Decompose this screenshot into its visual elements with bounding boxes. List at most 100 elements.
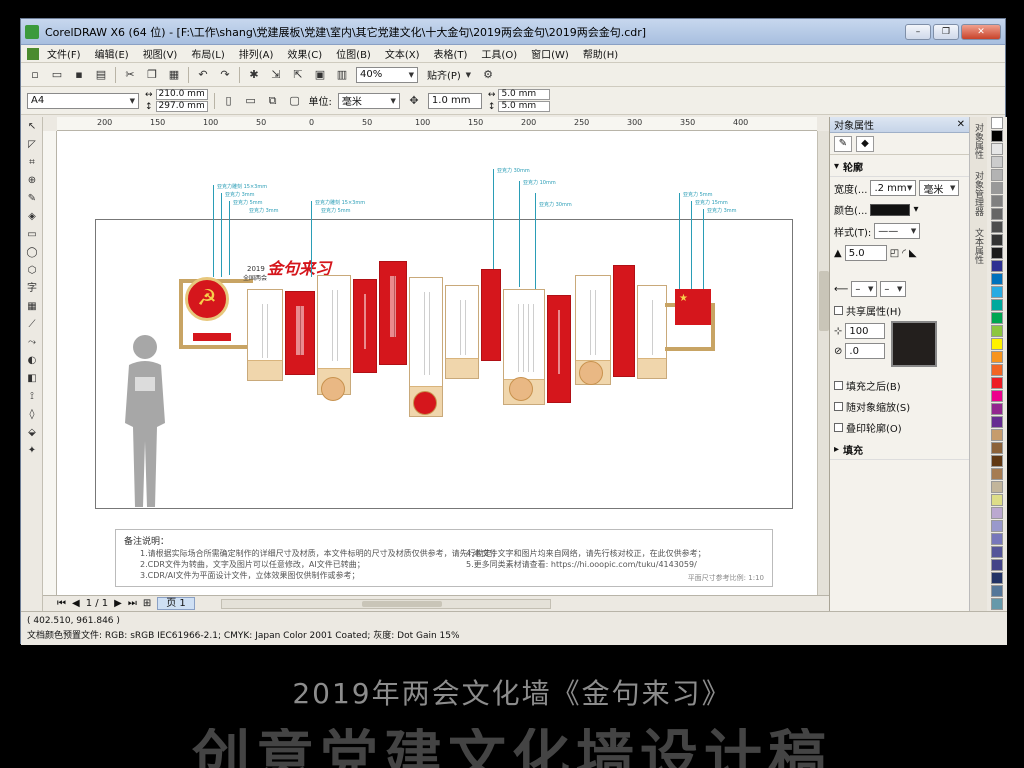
palette-swatch[interactable] bbox=[991, 130, 1003, 142]
export-icon[interactable]: ⇱ bbox=[290, 67, 306, 83]
palette-swatch[interactable] bbox=[991, 195, 1003, 207]
menu-view[interactable]: 视图(V) bbox=[143, 46, 178, 61]
palette-swatch[interactable] bbox=[991, 390, 1003, 402]
menu-arrange[interactable]: 排列(A) bbox=[239, 46, 274, 61]
scroll-thumb[interactable] bbox=[819, 271, 829, 331]
corner-icon[interactable]: ◰ bbox=[890, 248, 899, 259]
portrait-icon[interactable]: ▯ bbox=[221, 93, 237, 109]
palette-swatch[interactable] bbox=[991, 416, 1003, 428]
redo-icon[interactable]: ↷ bbox=[217, 67, 233, 83]
palette-swatch[interactable] bbox=[991, 377, 1003, 389]
palette-swatch[interactable] bbox=[991, 442, 1003, 454]
prev-page-icon[interactable]: ◀ bbox=[72, 598, 80, 609]
vtab-object-manager[interactable]: 对象管理器 bbox=[970, 165, 987, 222]
outline-unit-select[interactable]: 毫米 ▼ bbox=[919, 180, 960, 196]
palette-swatch[interactable] bbox=[991, 325, 1003, 337]
palette-swatch[interactable] bbox=[991, 559, 1003, 571]
transparency-tool-icon[interactable]: ◧ bbox=[23, 371, 41, 387]
ellipse-tool-icon[interactable]: ◯ bbox=[23, 245, 41, 261]
menu-tools[interactable]: 工具(O) bbox=[481, 46, 517, 61]
search-content-icon[interactable]: ✱ bbox=[246, 67, 262, 83]
drawing-canvas[interactable]: ☭ 2019 全国两会 金句来习 ★ 亚克力雕刻 15×3mm 亚克力 3mm … bbox=[57, 131, 817, 595]
scale-checkbox[interactable] bbox=[834, 402, 843, 411]
palette-swatch[interactable] bbox=[991, 221, 1003, 233]
page-tab[interactable]: 页 1 bbox=[157, 597, 195, 610]
overprint-checkbox[interactable] bbox=[834, 423, 843, 432]
pick-tool-icon[interactable]: ↖ bbox=[23, 119, 41, 135]
rectangle-tool-icon[interactable]: ▭ bbox=[23, 227, 41, 243]
vtab-text-properties[interactable]: 文本属性 bbox=[970, 222, 987, 270]
palette-swatch[interactable] bbox=[991, 468, 1003, 480]
chevron-down-icon[interactable]: ▾ bbox=[913, 204, 918, 215]
menu-effects[interactable]: 效果(C) bbox=[287, 46, 322, 61]
import-icon[interactable]: ⇲ bbox=[268, 67, 284, 83]
palette-swatch[interactable] bbox=[991, 117, 1003, 129]
palette-swatch[interactable] bbox=[991, 156, 1003, 168]
palette-swatch[interactable] bbox=[991, 208, 1003, 220]
palette-swatch[interactable] bbox=[991, 572, 1003, 584]
palette-swatch[interactable] bbox=[991, 273, 1003, 285]
table-tool-icon[interactable]: ▦ bbox=[23, 299, 41, 315]
fill-tool-icon[interactable]: ⬙ bbox=[23, 425, 41, 441]
palette-swatch[interactable] bbox=[991, 234, 1003, 246]
publish-pdf-icon[interactable]: ▣ bbox=[312, 67, 328, 83]
print-icon[interactable]: ▤ bbox=[93, 67, 109, 83]
undo-icon[interactable]: ↶ bbox=[195, 67, 211, 83]
palette-swatch[interactable] bbox=[991, 286, 1003, 298]
share-checkbox[interactable] bbox=[834, 306, 843, 315]
new-icon[interactable]: ▫ bbox=[27, 67, 43, 83]
palette-swatch[interactable] bbox=[991, 312, 1003, 324]
freehand-tool-icon[interactable]: ✎ bbox=[23, 191, 41, 207]
all-pages-icon[interactable]: ⧉ bbox=[265, 93, 281, 109]
palette-swatch[interactable] bbox=[991, 598, 1003, 610]
menu-text[interactable]: 文本(X) bbox=[385, 46, 420, 61]
dup-x-input[interactable]: 5.0 mm bbox=[498, 89, 551, 100]
outline-tool-icon[interactable]: ◊ bbox=[23, 407, 41, 423]
palette-swatch[interactable] bbox=[991, 520, 1003, 532]
shape-tool-icon[interactable]: ◸ bbox=[23, 137, 41, 153]
zoom-select[interactable]: 40% ▼ bbox=[356, 66, 418, 83]
smart-fill-icon[interactable]: ◈ bbox=[23, 209, 41, 225]
palette-swatch[interactable] bbox=[991, 182, 1003, 194]
save-icon[interactable]: ▪ bbox=[71, 67, 87, 83]
outline-width-select[interactable]: .2 mm ▼ bbox=[870, 180, 917, 196]
palette-swatch[interactable] bbox=[991, 494, 1003, 506]
palette-swatch[interactable] bbox=[991, 247, 1003, 259]
last-page-icon[interactable]: ⏭ bbox=[128, 598, 137, 609]
menu-help[interactable]: 帮助(H) bbox=[583, 46, 618, 61]
horizontal-scrollbar[interactable] bbox=[220, 598, 551, 609]
start-arrow-select[interactable]: – ▼ bbox=[851, 281, 878, 297]
menu-edit[interactable]: 编辑(E) bbox=[95, 46, 129, 61]
cut-icon[interactable]: ✂ bbox=[122, 67, 138, 83]
palette-swatch[interactable] bbox=[991, 546, 1003, 558]
corner-round-icon[interactable]: ◜ bbox=[902, 248, 906, 259]
units-select[interactable]: 毫米 ▼ bbox=[337, 92, 400, 109]
landscape-icon[interactable]: ▭ bbox=[243, 93, 259, 109]
interactive-fill-icon[interactable]: ✦ bbox=[23, 443, 41, 459]
miter-input[interactable]: 5.0 bbox=[844, 245, 887, 261]
palette-swatch[interactable] bbox=[991, 143, 1003, 155]
outline-tab-icon[interactable]: ✎ bbox=[834, 135, 852, 152]
next-page-icon[interactable]: ▶ bbox=[114, 598, 122, 609]
palette-swatch[interactable] bbox=[991, 364, 1003, 376]
crop-tool-icon[interactable]: ⌗ bbox=[23, 155, 41, 171]
page-width-input[interactable]: 210.0 mm bbox=[155, 89, 208, 100]
page-height-input[interactable]: 297.0 mm bbox=[155, 101, 208, 112]
outline-color-swatch[interactable] bbox=[870, 203, 911, 216]
angle-input[interactable]: .0 bbox=[845, 343, 886, 359]
vertical-scrollbar[interactable] bbox=[817, 131, 829, 595]
fill-section-header[interactable]: ▸ 填充 bbox=[830, 438, 969, 460]
palette-swatch[interactable] bbox=[991, 455, 1003, 467]
paste-icon[interactable]: ▦ bbox=[166, 67, 182, 83]
fill-tab-icon[interactable]: ◆ bbox=[856, 135, 874, 152]
options-icon[interactable]: ⚙ bbox=[480, 67, 496, 83]
palette-swatch[interactable] bbox=[991, 169, 1003, 181]
menu-table[interactable]: 表格(T) bbox=[434, 46, 468, 61]
palette-swatch[interactable] bbox=[991, 429, 1003, 441]
minimize-button[interactable]: – bbox=[905, 23, 931, 40]
outline-section-header[interactable]: ▾ 轮廓 bbox=[830, 155, 969, 177]
stretch-input[interactable]: 100 bbox=[845, 323, 886, 339]
vtab-object-properties[interactable]: 对象属性 bbox=[970, 117, 987, 165]
menu-bitmaps[interactable]: 位图(B) bbox=[336, 46, 371, 61]
copy-icon[interactable]: ❐ bbox=[144, 67, 160, 83]
